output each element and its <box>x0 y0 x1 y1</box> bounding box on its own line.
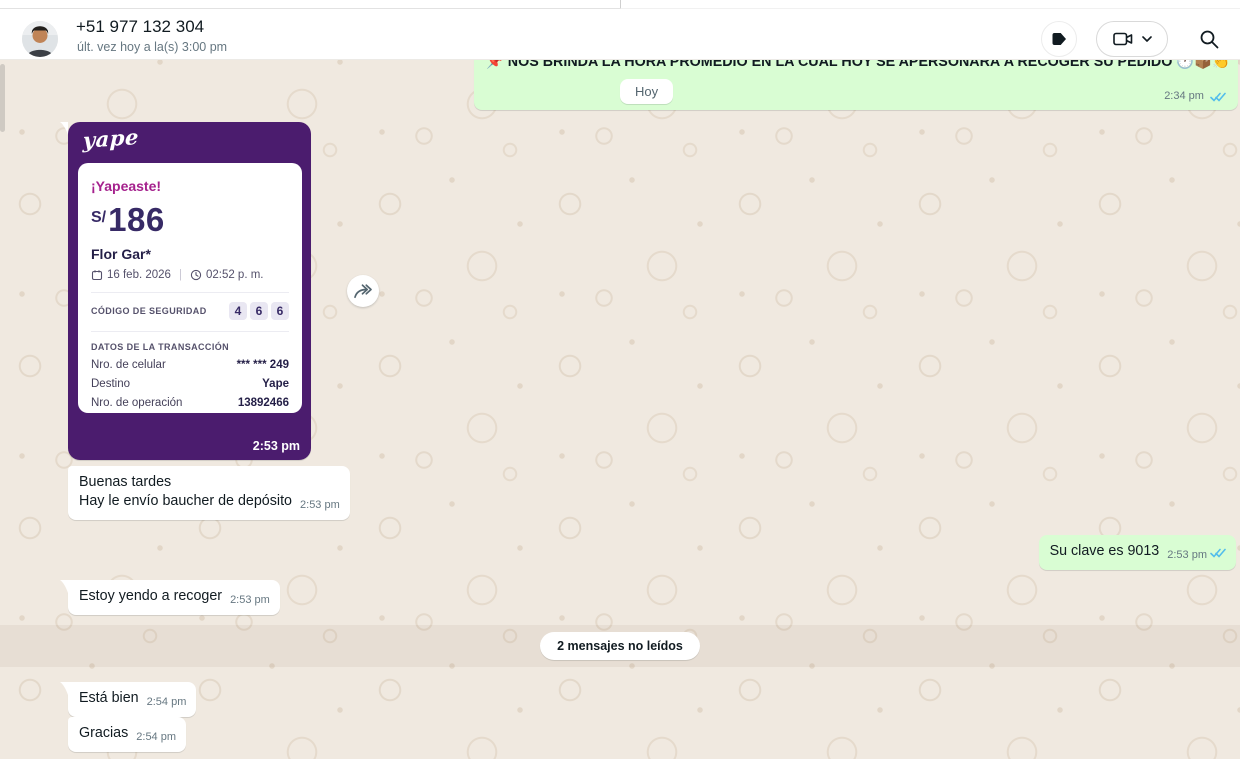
message-text: Su clave es 9013 <box>1050 543 1160 559</box>
date-pill: Hoy <box>620 79 673 104</box>
yape-receipt-card: ¡Yapeaste! S/186 Flor Gar* 16 feb. 2026 … <box>78 163 302 413</box>
message-bubble-yape-receipt[interactable]: yape ¡Yapeaste! S/186 Flor Gar* 16 feb. … <box>68 122 311 460</box>
receipt-date: 16 feb. 2026 <box>107 269 171 281</box>
unread-messages-divider: 2 mensajes no leídos <box>0 625 1240 667</box>
message-bubble-incoming[interactable]: Está bien 2:54 pm <box>68 682 196 717</box>
transaction-row: Nro. de celular *** *** 249 <box>91 359 289 371</box>
security-code-label: CÓDIGO DE SEGURIDAD <box>91 306 207 316</box>
message-time: 2:54 pm <box>147 693 187 712</box>
clock-icon <box>190 269 202 281</box>
forward-message-button[interactable] <box>347 275 379 307</box>
message-time: 2:53 pm <box>1167 546 1207 565</box>
whatsapp-chat-window: 📌 NOS BRINDA LA HORA PROMEDIO EN LA CUAL… <box>0 0 1240 759</box>
label-icon <box>1049 29 1069 49</box>
message-bubble-outgoing[interactable]: Su clave es 9013 2:53 pm <box>1039 535 1236 570</box>
security-code-digits: 4 6 6 <box>229 302 289 320</box>
message-text: Está bien <box>79 690 139 706</box>
amount-value: 186 <box>108 201 165 238</box>
window-divider <box>620 0 621 8</box>
code-digit: 6 <box>250 302 268 320</box>
transaction-details-label: DATOS DE LA TRANSACCIÓN <box>91 342 289 352</box>
transaction-row: Destino Yape <box>91 378 289 390</box>
message-time: 2:34 pm <box>1164 90 1204 102</box>
bubble-tail <box>60 682 68 695</box>
unread-messages-pill: 2 mensajes no leídos <box>540 632 700 660</box>
window-divider <box>621 8 1240 9</box>
currency-symbol: S/ <box>91 209 106 227</box>
message-meta: 2:34 pm <box>1164 88 1226 102</box>
message-bubble-incoming[interactable]: Gracias 2:54 pm <box>68 717 186 752</box>
code-digit: 6 <box>271 302 289 320</box>
code-digit: 4 <box>229 302 247 320</box>
security-code-row: CÓDIGO DE SEGURIDAD 4 6 6 <box>91 302 289 320</box>
message-text: Buenas tardes Hay le envío baucher de de… <box>79 474 292 509</box>
yape-recipient: Flor Gar* <box>91 246 289 262</box>
chevron-down-icon <box>1142 36 1152 42</box>
yape-datetime: 16 feb. 2026 | 02:52 p. m. <box>91 269 289 281</box>
chat-header: +51 977 132 304 últ. vez hoy a la(s) 3:0… <box>0 0 1240 60</box>
search-icon <box>1198 28 1220 50</box>
message-text: Estoy yendo a recoger <box>79 588 222 604</box>
label-button[interactable] <box>1041 21 1077 57</box>
yape-amount: S/186 <box>91 201 289 239</box>
message-time: 2:54 pm <box>136 728 176 747</box>
video-call-button[interactable] <box>1096 21 1168 57</box>
contact-avatar[interactable] <box>22 21 58 57</box>
read-ticks-icon <box>1210 546 1226 565</box>
calendar-icon <box>91 269 103 281</box>
search-button[interactable] <box>1192 22 1226 56</box>
receipt-time: 02:52 p. m. <box>206 269 264 281</box>
yape-logo: yape <box>82 124 139 153</box>
video-call-icon <box>1112 30 1134 48</box>
window-divider <box>0 8 621 9</box>
transaction-row: Nro. de operación 13892466 <box>91 397 289 409</box>
message-time: 2:53 pm <box>300 496 340 515</box>
message-bubble-incoming[interactable]: Buenas tardes Hay le envío baucher de de… <box>68 466 350 520</box>
contact-name[interactable]: +51 977 132 304 <box>76 17 204 37</box>
forward-icon <box>353 282 373 300</box>
read-ticks-icon <box>1210 92 1226 106</box>
message-text: Gracias <box>79 725 128 741</box>
message-time: 2:53 pm <box>230 591 270 610</box>
bubble-tail <box>60 580 68 593</box>
message-time: 2:53 pm <box>253 439 300 453</box>
last-seen-status: últ. vez hoy a la(s) 3:00 pm <box>77 40 227 54</box>
yape-greeting: ¡Yapeaste! <box>91 178 289 194</box>
bubble-tail <box>60 122 68 135</box>
message-bubble-incoming[interactable]: Estoy yendo a recoger 2:53 pm <box>68 580 280 615</box>
scrollbar[interactable] <box>0 64 5 132</box>
